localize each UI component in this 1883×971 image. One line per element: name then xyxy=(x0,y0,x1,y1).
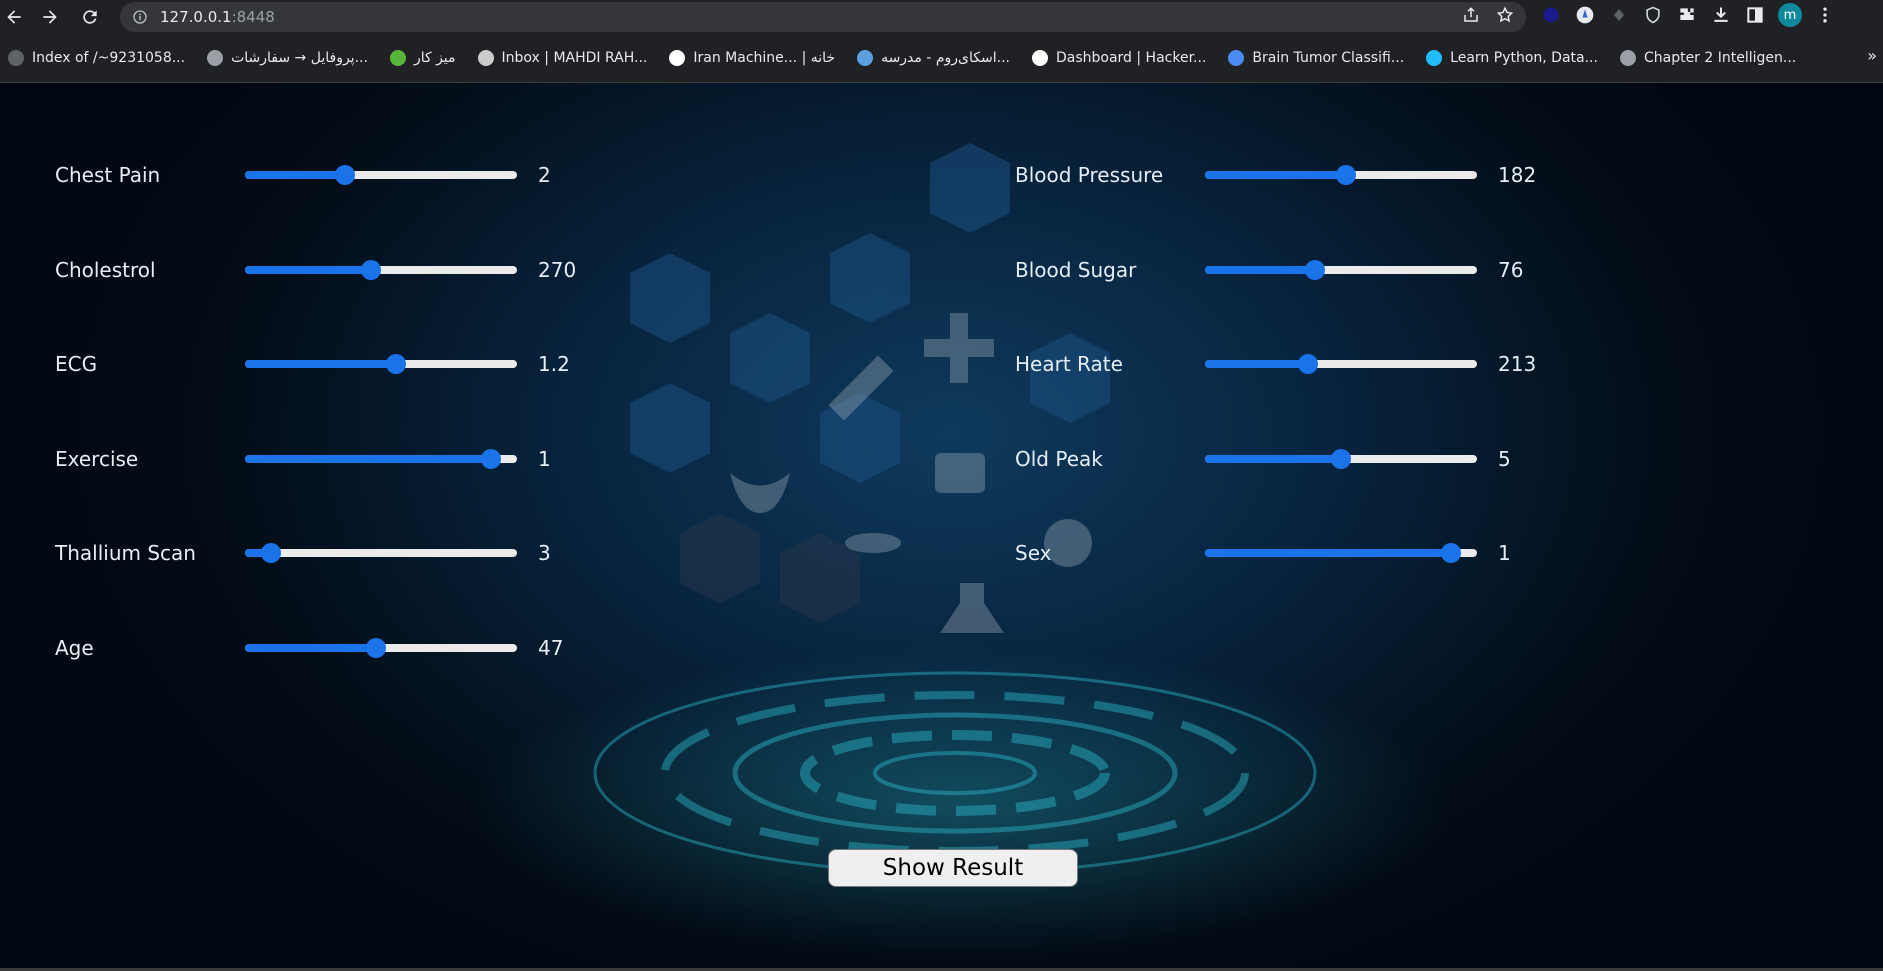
bookmark-item[interactable]: Dashboard | Hacker... xyxy=(1031,50,1207,66)
age-slider-fill xyxy=(245,643,376,652)
bookmark-label: Learn Python, Data... xyxy=(1450,50,1598,66)
bookmark-label: Brain Tumor Classifi... xyxy=(1252,50,1405,66)
bookmark-label: اسکای‌روم - مدرسه... xyxy=(881,50,1010,66)
heart-rate-value: 213 xyxy=(1498,352,1537,376)
bookmarks-bar: Index of /~9231058... پروفایل → سفارشات..… xyxy=(0,34,1883,83)
ml-icon xyxy=(669,50,686,66)
green-chat-icon xyxy=(389,50,406,66)
blood-sugar-slider-fill xyxy=(1205,265,1316,274)
info-icon[interactable] xyxy=(132,9,148,25)
blood-pressure-slider-thumb[interactable] xyxy=(1336,165,1357,185)
forward-arrow-icon[interactable] xyxy=(36,3,64,31)
hackerrank-icon xyxy=(1031,50,1048,66)
param-row-blood-sugar: Blood Sugar 76 xyxy=(0,250,1883,290)
heart-rate-label: Heart Rate xyxy=(1015,352,1123,376)
bookmark-item[interactable]: Learn Python, Data... xyxy=(1426,50,1598,66)
bookmark-label: Index of /~9231058... xyxy=(32,50,186,66)
sex-label: Sex xyxy=(1015,541,1052,565)
old-peak-value: 5 xyxy=(1498,446,1511,471)
download-icon[interactable] xyxy=(1710,4,1732,26)
bookmark-item[interactable]: میز کار xyxy=(389,50,456,66)
url-port: :8448 xyxy=(231,8,275,26)
old-peak-label: Old Peak xyxy=(1015,446,1103,471)
param-row-heart-rate: Heart Rate 213 xyxy=(0,344,1883,384)
url-host: 127.0.0.1 xyxy=(160,8,232,26)
bookmark-label: Iran Machine... | خانه xyxy=(693,50,836,66)
blood-sugar-slider-thumb[interactable] xyxy=(1305,259,1326,280)
age-slider-thumb[interactable] xyxy=(365,637,386,658)
sex-slider-thumb[interactable] xyxy=(1441,543,1462,563)
old-peak-slider-fill xyxy=(1205,454,1341,463)
heart-rate-slider-fill xyxy=(1205,360,1308,368)
url-text: 127.0.0.1:8448 xyxy=(160,8,275,26)
heart-disease-form-page: Chest Pain 2 Cholestrol 270 ECG 1.2 Exercise 1 T… xyxy=(0,83,1883,968)
medical-background-art xyxy=(593,143,1317,875)
param-row-old-peak: Old Peak 5 xyxy=(0,439,1883,479)
old-peak-slider-thumb[interactable] xyxy=(1331,448,1351,469)
bookmark-star-icon[interactable] xyxy=(1496,6,1514,24)
blood-sugar-label: Blood Sugar xyxy=(1015,257,1137,282)
bookmark-item[interactable]: Index of /~9231058... xyxy=(8,50,185,66)
bookmark-item[interactable]: اسکای‌روم - مدرسه... xyxy=(857,50,1010,66)
age-label: Age xyxy=(55,635,94,660)
browser-toolbar: 127.0.0.1:8448 m xyxy=(0,0,1883,34)
blood-pressure-value: 182 xyxy=(1498,163,1537,187)
github-icon xyxy=(477,50,494,66)
extensions-puzzle-icon[interactable] xyxy=(1676,4,1698,26)
param-row-blood-pressure: Blood Pressure 182 xyxy=(0,155,1883,195)
old-peak-slider[interactable] xyxy=(1203,448,1479,469)
bookmark-label: پروفایل → سفارشات... xyxy=(231,50,368,66)
bookmark-item[interactable]: Brain Tumor Classifi... xyxy=(1228,50,1404,66)
age-slider[interactable] xyxy=(243,637,519,658)
blood-sugar-value: 76 xyxy=(1498,257,1524,282)
bookmark-item[interactable]: Iran Machine... | خانه xyxy=(669,50,835,66)
extension-shield-icon[interactable] xyxy=(1642,4,1664,26)
blood-sugar-slider[interactable] xyxy=(1203,259,1479,280)
show-result-button[interactable]: Show Result xyxy=(828,849,1078,887)
bookmark-label: میز کار xyxy=(413,50,456,66)
heart-rate-slider-thumb[interactable] xyxy=(1297,354,1318,374)
sex-slider-fill xyxy=(1205,549,1452,557)
kaggle-icon xyxy=(1426,50,1443,66)
blood-pressure-label: Blood Pressure xyxy=(1015,163,1164,187)
bookmark-item[interactable]: Inbox | MAHDI RAH... xyxy=(477,50,648,66)
bird-icon xyxy=(857,50,874,66)
sex-value: 1 xyxy=(1498,541,1511,565)
graduation-cap-icon xyxy=(207,50,224,66)
side-panel-icon[interactable] xyxy=(1744,4,1766,26)
extension-diamond-icon[interactable] xyxy=(1608,4,1630,26)
globe-icon xyxy=(8,50,24,66)
layers-icon xyxy=(1228,50,1245,66)
address-bar[interactable]: 127.0.0.1:8448 xyxy=(120,2,1526,32)
share-icon[interactable] xyxy=(1462,6,1480,24)
bookmark-item[interactable]: Chapter 2 Intelligen... xyxy=(1619,50,1797,66)
sex-slider[interactable] xyxy=(1203,543,1479,563)
reload-icon[interactable] xyxy=(76,3,104,31)
heart-rate-slider[interactable] xyxy=(1203,354,1479,374)
age-value: 47 xyxy=(538,635,564,660)
blood-pressure-slider-fill xyxy=(1205,171,1347,179)
extension-pen-icon[interactable] xyxy=(1574,4,1596,26)
back-arrow-icon[interactable] xyxy=(0,3,28,31)
profile-avatar[interactable]: m xyxy=(1778,3,1802,27)
extension-blue-circle-icon[interactable] xyxy=(1540,4,1562,26)
bookmark-label: Dashboard | Hacker... xyxy=(1055,50,1207,66)
bookmarks-overflow-icon[interactable]: » xyxy=(1867,46,1877,65)
menu-kebab-icon[interactable] xyxy=(1814,4,1836,26)
param-row-age: Age 47 xyxy=(0,628,1883,668)
globe-icon xyxy=(1619,50,1636,66)
bookmark-label: Chapter 2 Intelligen... xyxy=(1643,50,1797,66)
bookmark-label: Inbox | MAHDI RAH... xyxy=(501,50,648,66)
bookmark-item[interactable]: پروفایل → سفارشات... xyxy=(207,50,368,66)
blood-pressure-slider[interactable] xyxy=(1203,165,1479,185)
param-row-sex: Sex 1 xyxy=(0,533,1883,573)
